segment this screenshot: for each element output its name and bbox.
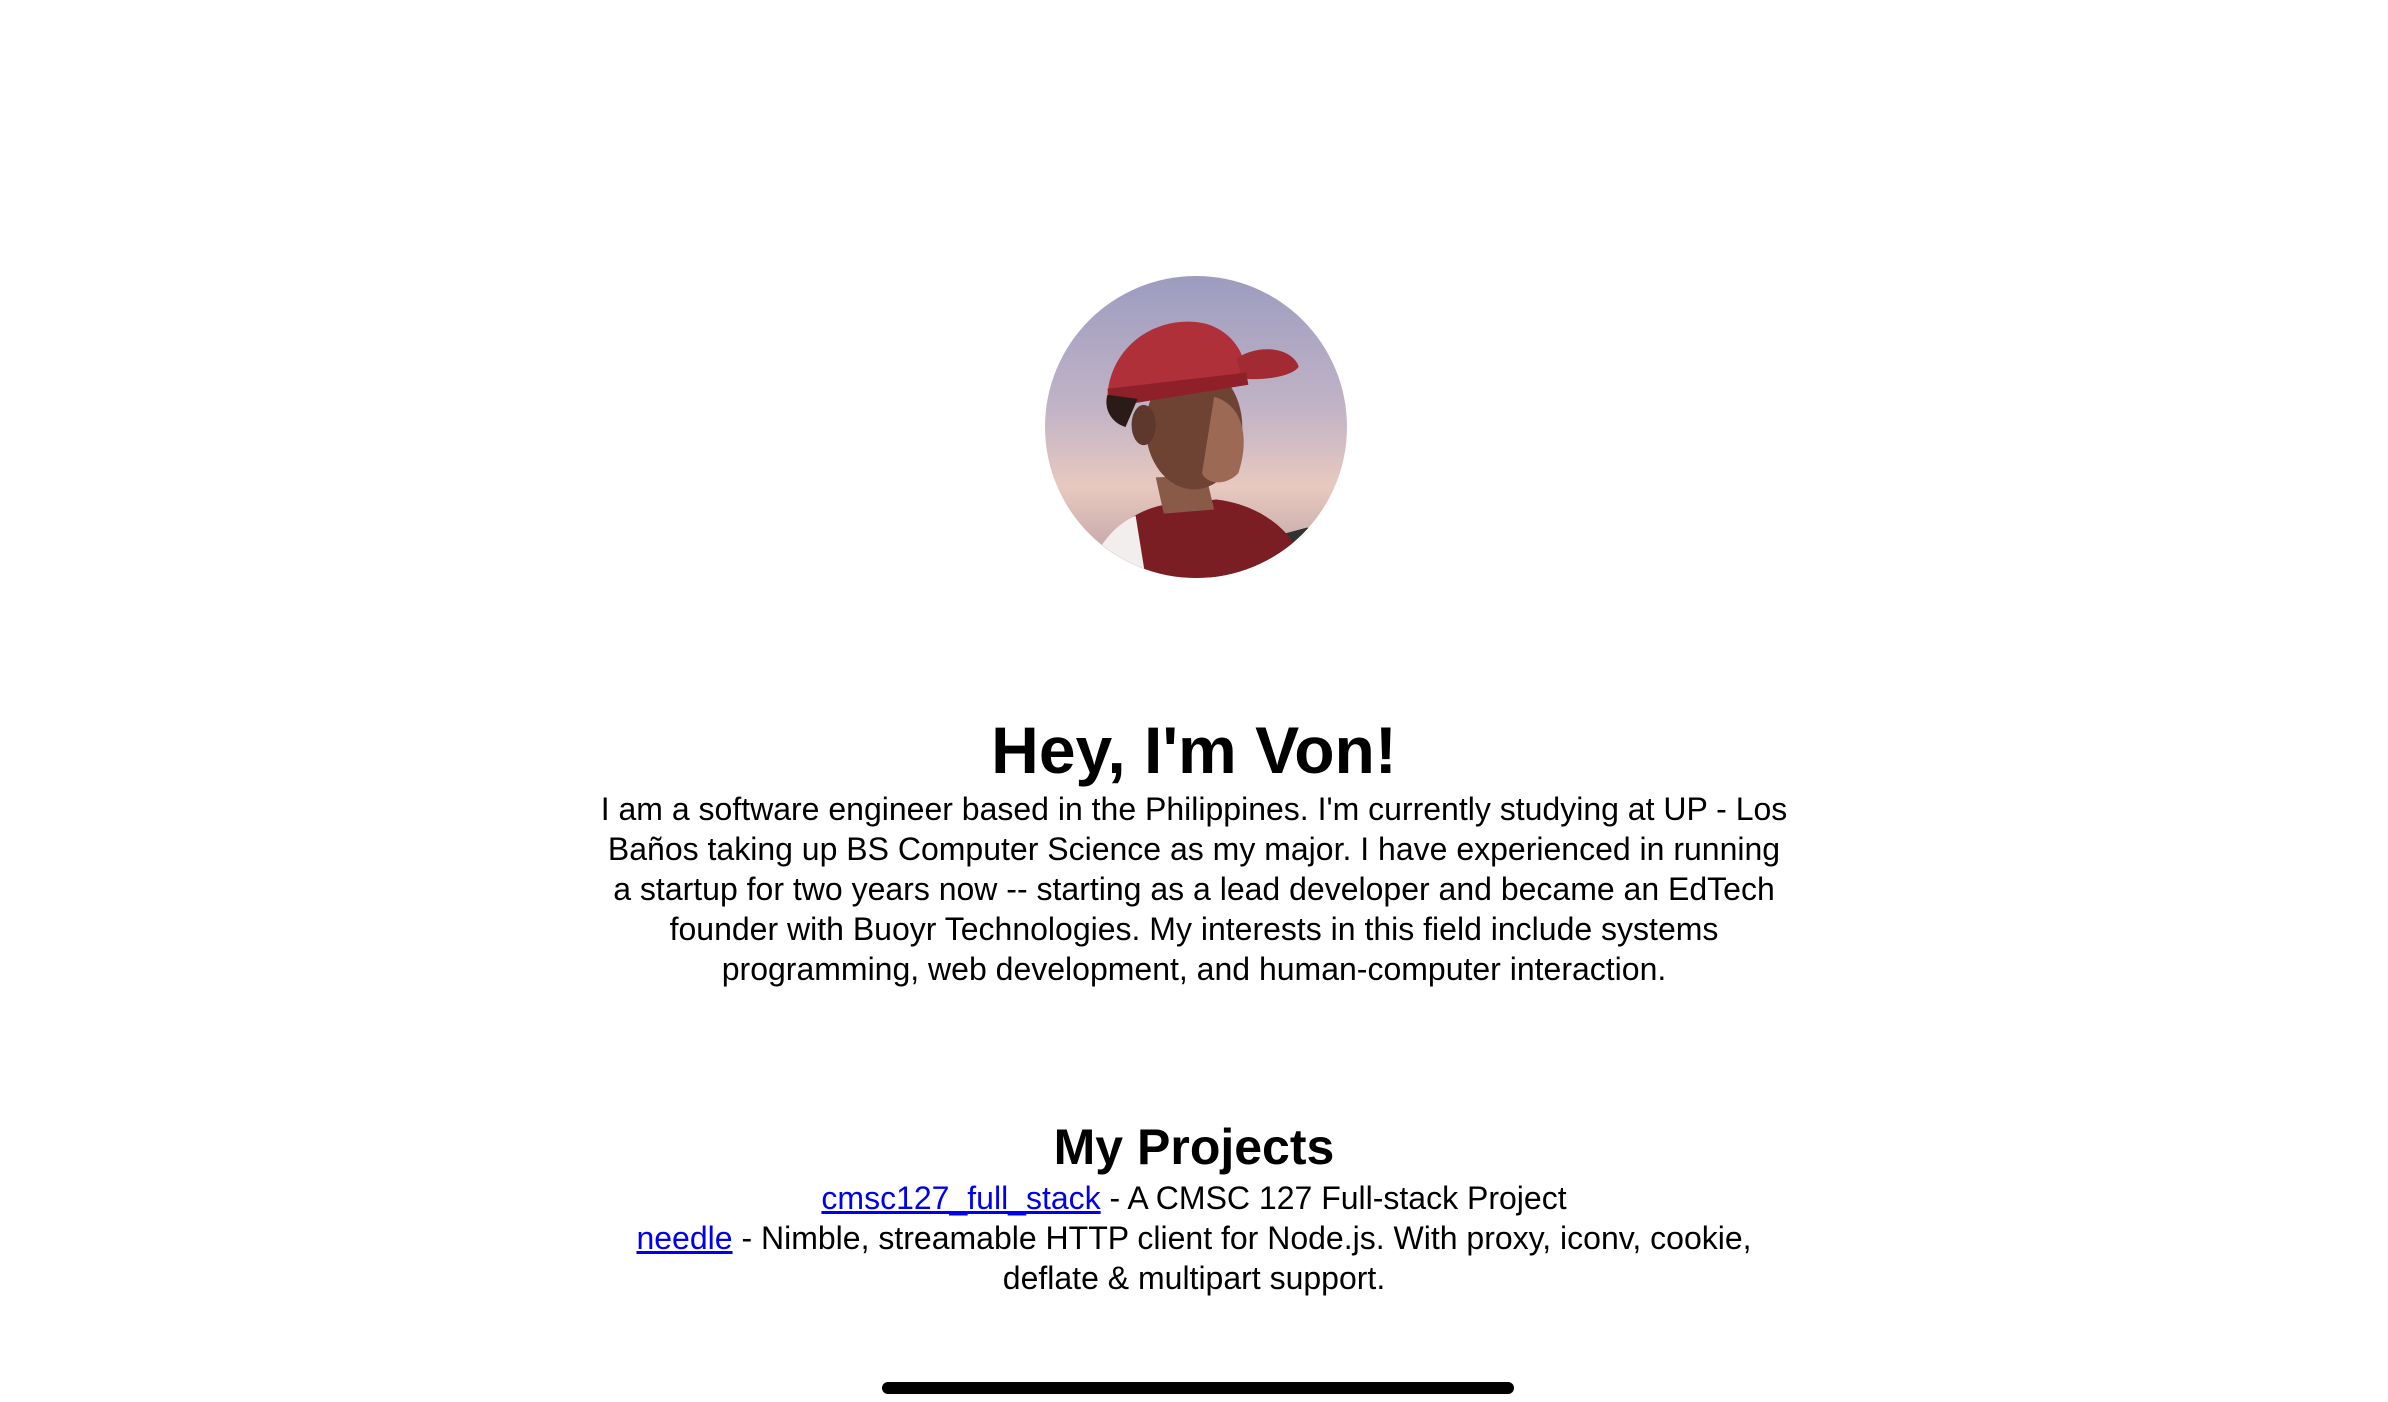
profile-avatar (1045, 276, 1347, 578)
projects-list: cmsc127_full_stack - A CMSC 127 Full-sta… (597, 1178, 1791, 1298)
projects-heading: My Projects (1053, 1119, 1335, 1175)
page-title: Hey, I'm Von! (991, 713, 1397, 787)
project-description: - Nimble, streamable HTTP client for Nod… (732, 1220, 1752, 1296)
bio-paragraph: I am a software engineer based in the Ph… (600, 791, 1788, 987)
project-description: - A CMSC 127 Full-stack Project (1100, 1180, 1567, 1216)
project-link-cmsc127-full-stack[interactable]: cmsc127_full_stack (821, 1180, 1100, 1216)
home-indicator[interactable] (882, 1382, 1514, 1394)
page: Hey, I'm Von! I am a software engineer b… (0, 0, 2388, 1402)
project-item: needle - Nimble, streamable HTTP client … (597, 1218, 1791, 1298)
project-item: cmsc127_full_stack - A CMSC 127 Full-sta… (597, 1178, 1791, 1218)
project-link-needle[interactable]: needle (636, 1220, 732, 1256)
